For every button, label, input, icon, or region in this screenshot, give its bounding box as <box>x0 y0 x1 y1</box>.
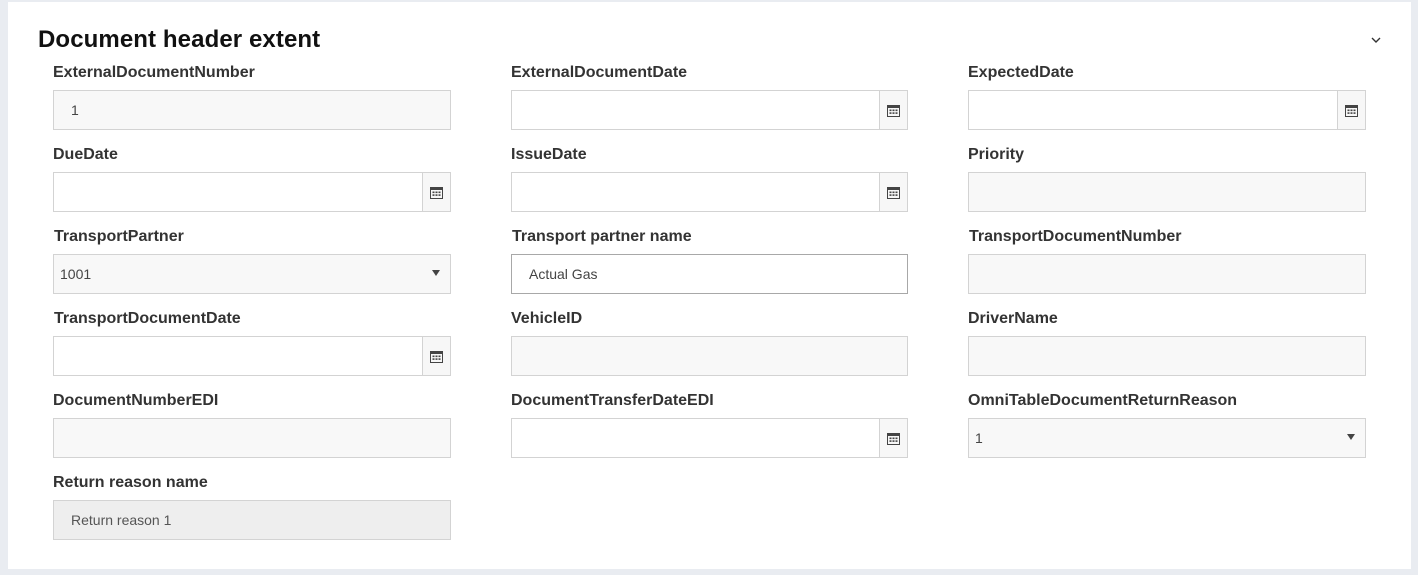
vehicle-id-label: VehicleID <box>511 310 583 327</box>
issue-date-label: IssueDate <box>511 146 587 163</box>
external-document-number-value: 1 <box>71 102 79 118</box>
return-reason-select[interactable]: 1 <box>968 418 1366 458</box>
transport-document-number-label: TransportDocumentNumber <box>969 228 1182 245</box>
return-reason-name-label: Return reason name <box>53 474 208 491</box>
calendar-icon[interactable] <box>879 91 907 129</box>
transport-partner-name-label: Transport partner name <box>512 228 692 245</box>
external-document-date-field[interactable] <box>511 90 908 130</box>
vehicle-id-field[interactable] <box>511 336 908 376</box>
return-reason-value: 1 <box>975 430 983 446</box>
document-header-extent-panel: Document header extent ExternalDocumentN… <box>8 2 1411 569</box>
priority-label: Priority <box>968 146 1025 163</box>
document-transfer-date-edi-label: DocumentTransferDateEDI <box>511 392 714 409</box>
transport-document-date-field[interactable] <box>53 336 451 376</box>
external-document-number-label: ExternalDocumentNumber <box>53 64 255 81</box>
transport-partner-name-value: Actual Gas <box>529 266 598 282</box>
priority-field[interactable] <box>968 172 1366 212</box>
due-date-field[interactable] <box>53 172 451 212</box>
calendar-icon[interactable] <box>879 419 907 457</box>
expected-date-field[interactable] <box>968 90 1366 130</box>
return-reason-name-field: Return reason 1 <box>53 500 451 540</box>
calendar-icon[interactable] <box>422 337 450 375</box>
external-document-date-label: ExternalDocumentDate <box>511 64 688 81</box>
issue-date-field[interactable] <box>511 172 908 212</box>
calendar-icon[interactable] <box>1337 91 1365 129</box>
return-reason-label: OmniTableDocumentReturnReason <box>968 392 1238 409</box>
document-number-edi-field[interactable] <box>53 418 451 458</box>
expected-date-label: ExpectedDate <box>968 64 1074 81</box>
document-transfer-date-edi-field[interactable] <box>511 418 908 458</box>
calendar-icon[interactable] <box>422 173 450 211</box>
chevron-down-icon <box>1371 31 1381 49</box>
transport-partner-label: TransportPartner <box>54 228 184 245</box>
transport-document-date-label: TransportDocumentDate <box>54 310 241 327</box>
transport-document-number-field[interactable] <box>968 254 1366 294</box>
transport-partner-value: 1001 <box>60 266 92 282</box>
dropdown-caret-icon <box>432 270 440 276</box>
section-title: Document header extent <box>38 26 321 53</box>
driver-name-label: DriverName <box>968 310 1058 327</box>
collapse-toggle[interactable] <box>1368 32 1384 48</box>
dropdown-caret-icon <box>1347 434 1355 440</box>
driver-name-field[interactable] <box>968 336 1366 376</box>
return-reason-name-value: Return reason 1 <box>71 512 172 528</box>
transport-partner-name-field[interactable]: Actual Gas <box>511 254 908 294</box>
document-number-edi-label: DocumentNumberEDI <box>53 392 219 409</box>
transport-partner-select[interactable]: 1001 <box>53 254 451 294</box>
external-document-number-field[interactable]: 1 <box>53 90 451 130</box>
calendar-icon[interactable] <box>879 173 907 211</box>
due-date-label: DueDate <box>53 146 118 163</box>
